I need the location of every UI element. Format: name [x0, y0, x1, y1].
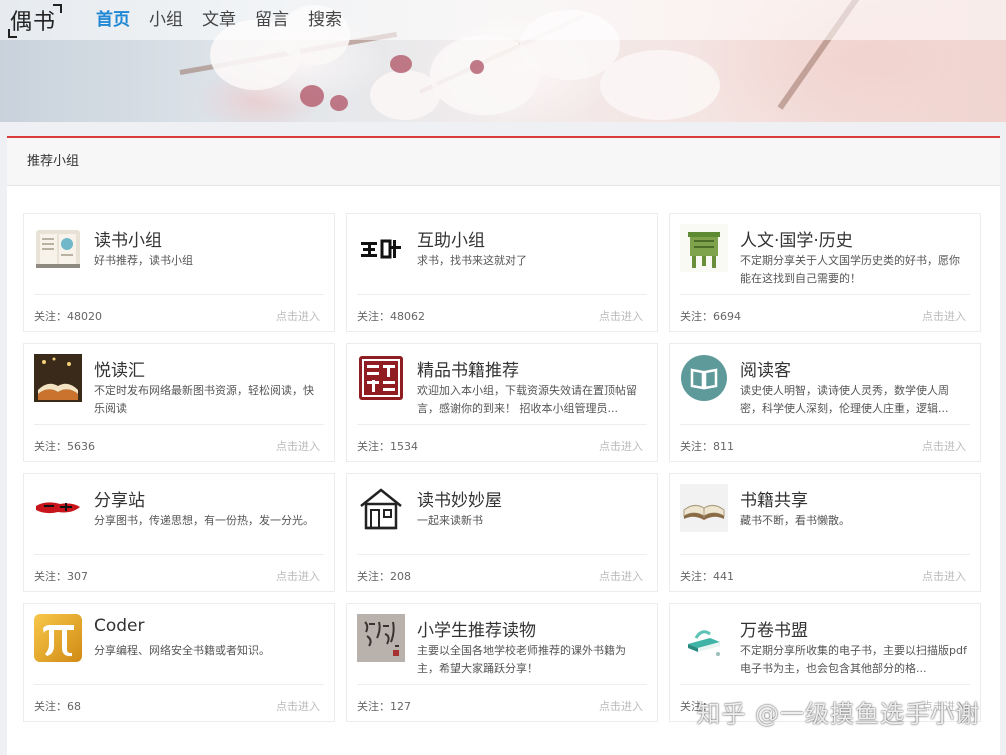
group-description: 一起来读新书 [417, 514, 483, 527]
group-card[interactable]: 悦读汇 不定时发布网络最新图书资源，轻松阅读，快乐阅读 关注：5636 点击进入 [23, 343, 335, 462]
group-description: 分享编程、网络安全书籍或者知识。 [94, 644, 270, 657]
follow-count: 关注：127 [357, 700, 411, 713]
group-name[interactable]: 读书妙妙屋 [417, 486, 502, 511]
calligraphy-scroll-icon [357, 614, 405, 662]
group-description: 不定期分享所收集的电子书，主要以扫描版pdf电子书为主，也会包含其他部分的格..… [740, 644, 967, 675]
nav-item-groups[interactable]: 小组 [149, 8, 183, 32]
watermark-text: 知乎 @一级摸鱼选手小谢 [696, 700, 980, 728]
follow-count: 关注：48020 [34, 310, 102, 323]
enter-link[interactable]: 点击进入 [922, 568, 966, 584]
group-description: 不定期分享关于人文国学历史类的好书，愿你能在这找到自己需要的！ [740, 254, 960, 285]
main-nav: 首页 小组 文章 留言 搜索 [96, 8, 361, 32]
enter-link[interactable]: 点击进入 [599, 568, 643, 584]
enter-link[interactable]: 点击进入 [276, 698, 320, 714]
group-card[interactable]: 精品书籍推荐 欢迎加入本小组，下载资源失效请在置顶帖留言，感谢你的到来！ 招收本… [346, 343, 658, 462]
group-name[interactable]: 分享站 [94, 486, 145, 511]
group-name[interactable]: 小学生推荐读物 [417, 616, 536, 641]
group-name[interactable]: Coder [94, 616, 145, 636]
follow-count: 关注：48062 [357, 310, 425, 323]
book-circle-icon [680, 354, 728, 402]
enter-link[interactable]: 点击进入 [276, 308, 320, 324]
pi-icon [34, 614, 82, 662]
header-banner: 偶书 首页 小组 文章 留言 搜索 [0, 0, 1006, 122]
bronze-ding-icon [680, 224, 728, 272]
enter-link[interactable]: 点击进入 [922, 308, 966, 324]
follow-count: 关注：307 [34, 570, 88, 583]
group-card[interactable]: Coder 分享编程、网络安全书籍或者知识。 关注：68 点击进入 [23, 603, 335, 722]
recommended-groups-panel: 推荐小组 读书小组 好书推荐，读书小组 关注：48020 点击进入 互助小组 求… [7, 136, 1000, 755]
nav-item-home[interactable]: 首页 [96, 8, 130, 32]
group-description: 求书，找书来这就对了 [417, 254, 527, 267]
site-logo[interactable]: 偶书 [8, 4, 63, 38]
group-name[interactable]: 书籍共享 [740, 486, 808, 511]
group-grid: 读书小组 好书推荐，读书小组 关注：48020 点击进入 互助小组 求书，找书来… [23, 213, 983, 722]
group-description: 主要以全国各地学校老师推荐的课外书籍为主，希望大家踊跃分享！ [417, 644, 626, 675]
group-card[interactable]: 书籍共享 藏书不断，看书懒散。 关注：441 点击进入 [669, 473, 981, 592]
panel-title: 推荐小组 [7, 138, 1000, 186]
enter-link[interactable]: 点击进入 [922, 438, 966, 454]
group-description: 藏书不断，看书懒散。 [740, 514, 850, 527]
open-book-icon [680, 484, 728, 532]
follow-count: 关注：811 [680, 440, 734, 453]
group-description: 读史使人明智，读诗使人灵秀，数学使人周密，科学使人深刻，伦理使人庄重，逻辑... [740, 384, 949, 415]
group-description: 欢迎加入本小组，下载资源失效请在置顶帖留言，感谢你的到来！ 招收本小组管理员..… [417, 384, 637, 415]
follow-count: 关注：5636 [34, 440, 95, 453]
group-card[interactable]: 互助小组 求书，找书来这就对了 关注：48062 点击进入 [346, 213, 658, 332]
enter-link[interactable]: 点击进入 [599, 698, 643, 714]
enter-link[interactable]: 点击进入 [599, 308, 643, 324]
group-name[interactable]: 悦读汇 [94, 356, 145, 381]
group-description: 分享图书，传递思想，有一份热，发一分光。 [94, 514, 314, 527]
group-name[interactable]: 人文·国学·历史 [740, 226, 853, 251]
huzhu-calligraphy-icon [357, 224, 405, 272]
top-navbar: 偶书 首页 小组 文章 留言 搜索 [0, 0, 1006, 40]
group-description: 好书推荐，读书小组 [94, 254, 193, 267]
follow-count: 关注：208 [357, 570, 411, 583]
group-card[interactable]: 读书妙妙屋 一起来读新书 关注：208 点击进入 [346, 473, 658, 592]
group-card[interactable]: 读书小组 好书推荐，读书小组 关注：48020 点击进入 [23, 213, 335, 332]
follow-count: 关注：68 [34, 700, 81, 713]
nav-item-messages[interactable]: 留言 [255, 8, 289, 32]
group-card[interactable]: 分享站 分享图书，传递思想，有一份热，发一分光。 关注：307 点击进入 [23, 473, 335, 592]
red-brush-icon [34, 484, 82, 532]
follow-count: 关注：1534 [357, 440, 418, 453]
group-name[interactable]: 万卷书盟 [740, 616, 808, 641]
follow-count: 关注：6694 [680, 310, 741, 323]
enter-link[interactable]: 点击进入 [276, 568, 320, 584]
books-teal-icon [680, 614, 728, 662]
group-description: 不定时发布网络最新图书资源，轻松阅读，快乐阅读 [94, 384, 314, 415]
group-name[interactable]: 阅读客 [740, 356, 791, 381]
enter-link[interactable]: 点击进入 [599, 438, 643, 454]
seal-stamp-icon [357, 354, 405, 402]
book-notebook-icon [34, 224, 82, 272]
enter-link[interactable]: 点击进入 [276, 438, 320, 454]
follow-count: 关注：441 [680, 570, 734, 583]
open-book-photo-icon [34, 354, 82, 402]
house-icon [357, 484, 405, 532]
nav-item-search[interactable]: 搜索 [308, 8, 342, 32]
nav-item-articles[interactable]: 文章 [202, 8, 236, 32]
group-card[interactable]: 人文·国学·历史 不定期分享关于人文国学历史类的好书，愿你能在这找到自己需要的！… [669, 213, 981, 332]
group-card[interactable]: 阅读客 读史使人明智，读诗使人灵秀，数学使人周密，科学使人深刻，伦理使人庄重，逻… [669, 343, 981, 462]
group-name[interactable]: 精品书籍推荐 [417, 356, 519, 381]
group-card[interactable]: 小学生推荐读物 主要以全国各地学校老师推荐的课外书籍为主，希望大家踊跃分享！ 关… [346, 603, 658, 722]
group-name[interactable]: 读书小组 [94, 226, 162, 251]
group-name[interactable]: 互助小组 [417, 226, 485, 251]
